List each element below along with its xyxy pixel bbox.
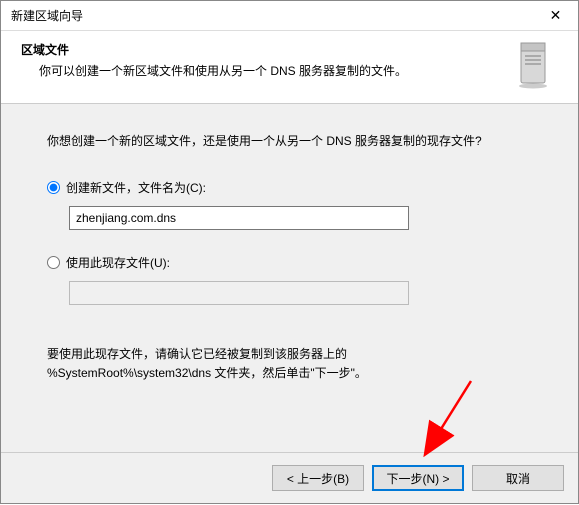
new-filename-input[interactable] <box>69 206 409 230</box>
cancel-button[interactable]: 取消 <box>472 465 564 491</box>
radio-create-new[interactable] <box>47 181 60 194</box>
option-use-existing-label: 使用此现存文件(U): <box>66 254 170 271</box>
header-sub: 你可以创建一个新区域文件和使用从另一个 DNS 服务器复制的文件。 <box>39 62 508 79</box>
close-icon: ✕ <box>550 7 562 24</box>
prompt-text: 你想创建一个新的区域文件，还是使用一个从另一个 DNS 服务器复制的现存文件? <box>47 132 532 149</box>
window-title: 新建区域向导 <box>11 7 533 24</box>
radio-use-existing[interactable] <box>47 256 60 269</box>
header: 区域文件 你可以创建一个新区域文件和使用从另一个 DNS 服务器复制的文件。 <box>1 31 578 104</box>
option-create-new-label: 创建新文件，文件名为(C): <box>66 179 206 196</box>
body: 你想创建一个新的区域文件，还是使用一个从另一个 DNS 服务器复制的现存文件? … <box>1 104 578 452</box>
server-icon <box>508 41 558 89</box>
option-create-new[interactable]: 创建新文件，文件名为(C): <box>47 179 532 196</box>
wizard-dialog: 新建区域向导 ✕ 区域文件 你可以创建一个新区域文件和使用从另一个 DNS 服务… <box>0 0 579 504</box>
next-button[interactable]: 下一步(N) > <box>372 465 464 491</box>
close-button[interactable]: ✕ <box>533 1 578 31</box>
footer: < 上一步(B) 下一步(N) > 取消 <box>1 452 578 503</box>
header-heading: 区域文件 <box>21 41 508 58</box>
header-text: 区域文件 你可以创建一个新区域文件和使用从另一个 DNS 服务器复制的文件。 <box>21 41 508 89</box>
note-line1: 要使用此现存文件，请确认它已经被复制到该服务器上的 <box>47 345 532 364</box>
back-button[interactable]: < 上一步(B) <box>272 465 364 491</box>
titlebar: 新建区域向导 ✕ <box>1 1 578 31</box>
note-line2: %SystemRoot%\system32\dns 文件夹，然后单击"下一步"。 <box>47 364 532 383</box>
option-use-existing[interactable]: 使用此现存文件(U): <box>47 254 532 271</box>
note-text: 要使用此现存文件，请确认它已经被复制到该服务器上的 %SystemRoot%\s… <box>47 345 532 383</box>
existing-filename-input <box>69 281 409 305</box>
